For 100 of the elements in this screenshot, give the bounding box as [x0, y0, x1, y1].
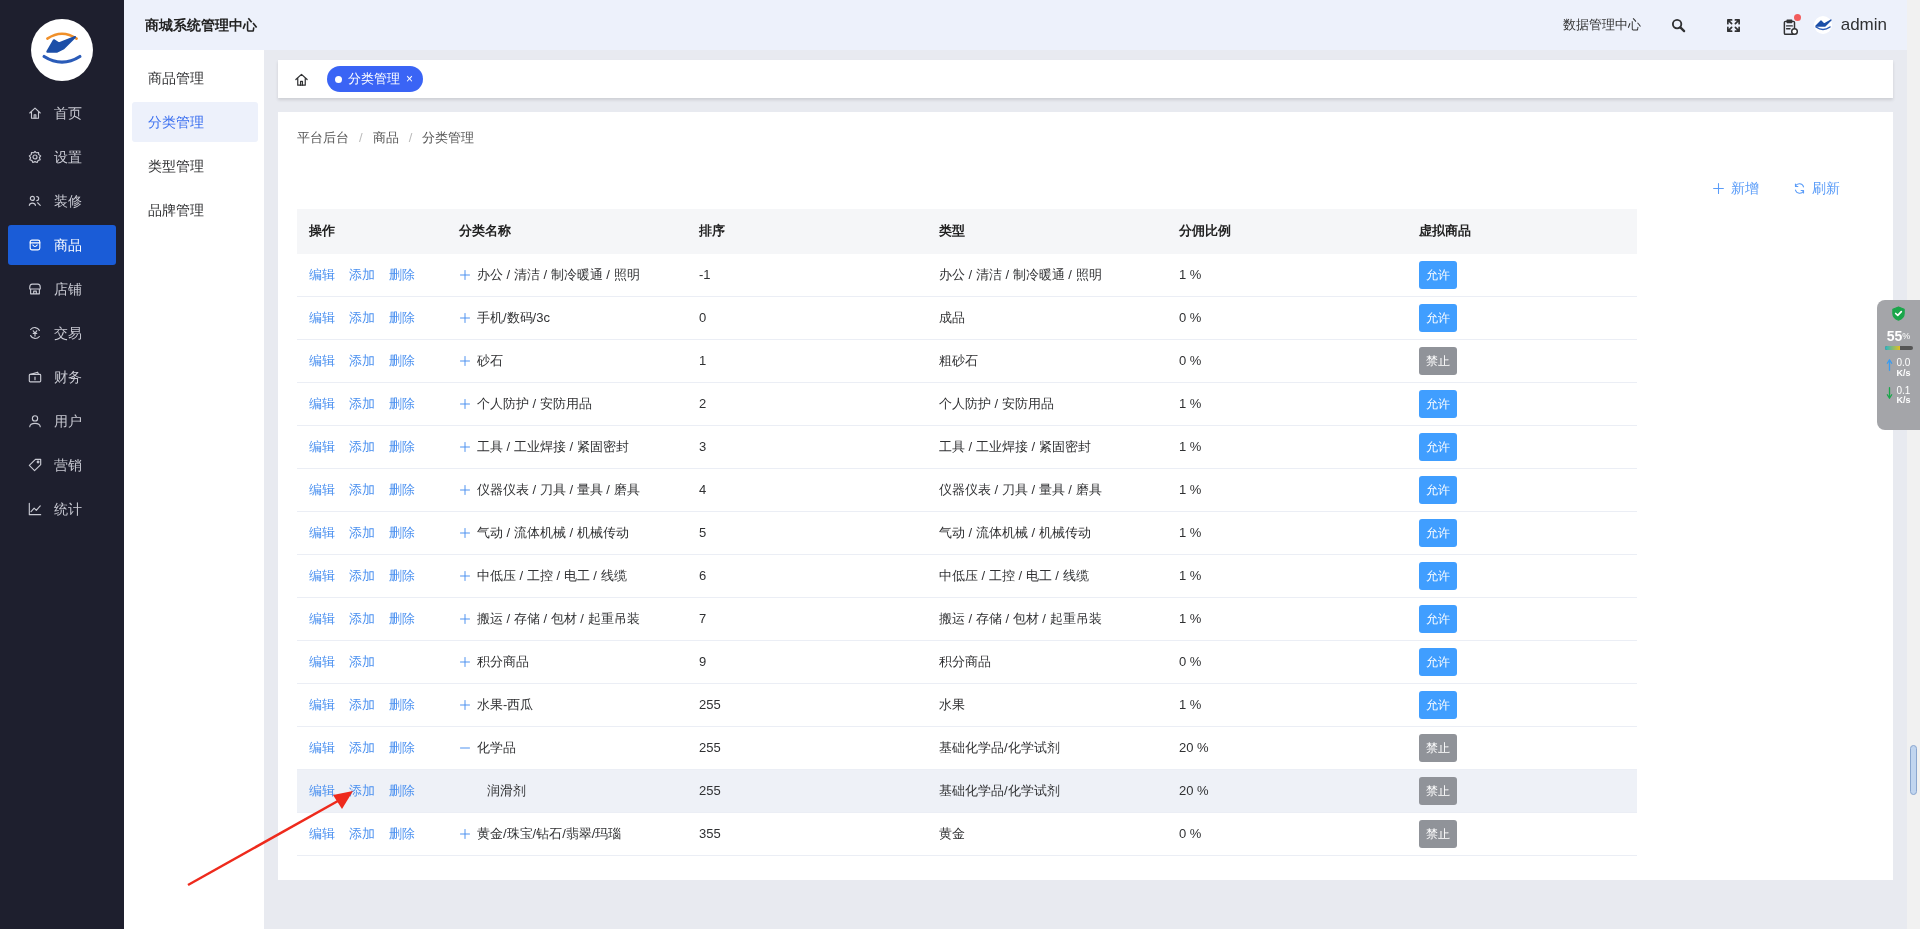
edit-link[interactable]: 编辑 — [309, 308, 335, 328]
virtual-toggle-button[interactable]: 允许 — [1419, 304, 1457, 332]
sidebar-item[interactable]: 商品 — [8, 225, 116, 265]
add-link[interactable]: 添加 — [349, 437, 375, 457]
expand-icon[interactable] — [459, 613, 471, 625]
delete-link[interactable]: 删除 — [389, 437, 415, 457]
submenu-item[interactable]: 商品管理 — [132, 58, 258, 98]
sidebar-item[interactable]: 营销 — [8, 445, 116, 485]
category-name: 气动 / 流体机械 / 机械传动 — [477, 524, 629, 543]
close-icon[interactable]: × — [406, 70, 413, 88]
data-center-link[interactable]: 数据管理中心 — [1562, 15, 1641, 35]
edit-link[interactable]: 编辑 — [309, 781, 335, 801]
virtual-toggle-button[interactable]: 允许 — [1419, 433, 1457, 461]
expand-icon[interactable] — [459, 441, 471, 453]
table-cell: 4 — [687, 468, 927, 512]
table-cell: 7 — [687, 597, 927, 641]
edit-link[interactable]: 编辑 — [309, 480, 335, 500]
username[interactable]: admin — [1840, 12, 1887, 38]
virtual-toggle-button[interactable]: 禁止 — [1419, 347, 1457, 375]
add-link[interactable]: 添加 — [349, 480, 375, 500]
virtual-toggle-button[interactable]: 允许 — [1419, 519, 1457, 547]
submenu-item[interactable]: 类型管理 — [132, 146, 258, 186]
submenu-item[interactable]: 品牌管理 — [132, 190, 258, 230]
table-cell: 1 — [687, 339, 927, 383]
add-link[interactable]: 添加 — [349, 265, 375, 285]
expand-icon[interactable] — [459, 699, 471, 711]
delete-link[interactable]: 删除 — [389, 609, 415, 629]
edit-link[interactable]: 编辑 — [309, 437, 335, 457]
scrollbar-thumb[interactable] — [1910, 745, 1917, 795]
add-link[interactable]: 添加 — [349, 652, 375, 672]
expand-icon[interactable] — [459, 527, 471, 539]
home-icon[interactable] — [294, 71, 309, 87]
virtual-toggle-button[interactable]: 允许 — [1419, 260, 1457, 289]
add-link[interactable]: 添加 — [349, 824, 375, 844]
add-link[interactable]: 添加 — [349, 351, 375, 371]
add-link[interactable]: 添加 — [349, 695, 375, 715]
table-cell: 搬运 / 存储 / 包材 / 起重吊装 — [927, 597, 1167, 641]
delete-link[interactable]: 删除 — [389, 523, 415, 543]
edit-link[interactable]: 编辑 — [309, 824, 335, 844]
delete-link[interactable]: 删除 — [389, 351, 415, 371]
delete-link[interactable]: 删除 — [389, 566, 415, 586]
edit-link[interactable]: 编辑 — [309, 265, 335, 285]
expand-icon[interactable] — [459, 828, 471, 840]
sidebar-item[interactable]: 设置 — [8, 137, 116, 177]
virtual-toggle-button[interactable]: 允许 — [1419, 648, 1457, 676]
breadcrumb-item[interactable]: 商品 — [372, 128, 399, 148]
breadcrumb-item[interactable]: 平台后台 — [297, 128, 349, 148]
expand-icon[interactable] — [459, 355, 471, 367]
expand-icon[interactable] — [459, 398, 471, 410]
delete-link[interactable]: 删除 — [389, 781, 415, 801]
edit-link[interactable]: 编辑 — [309, 652, 335, 672]
expand-icon[interactable] — [459, 484, 471, 496]
delete-link[interactable]: 删除 — [389, 308, 415, 328]
virtual-toggle-button[interactable]: 允许 — [1419, 390, 1457, 418]
expand-icon[interactable] — [459, 268, 471, 281]
add-link[interactable]: 添加 — [349, 308, 375, 328]
delete-link[interactable]: 删除 — [389, 824, 415, 844]
tab[interactable]: 分类管理 × — [327, 66, 423, 92]
sidebar-item[interactable]: 统计 — [8, 489, 116, 529]
edit-link[interactable]: 编辑 — [309, 738, 335, 758]
delete-link[interactable]: 删除 — [389, 738, 415, 758]
edit-link[interactable]: 编辑 — [309, 351, 335, 371]
sidebar-item[interactable]: 首页 — [8, 93, 116, 133]
sidebar-item[interactable]: 店铺 — [8, 269, 116, 309]
edit-link[interactable]: 编辑 — [309, 566, 335, 586]
table-cell: 0 % — [1167, 640, 1407, 684]
virtual-toggle-button[interactable]: 禁止 — [1419, 777, 1457, 805]
sidebar-item[interactable]: 交易 — [8, 313, 116, 353]
delete-link[interactable]: 删除 — [389, 695, 415, 715]
expand-icon[interactable] — [459, 656, 471, 668]
table-cell: 中低压 / 工控 / 电工 / 线缆 — [927, 554, 1167, 598]
sidebar-item[interactable]: 用户 — [8, 401, 116, 441]
add-link[interactable]: 添加 — [349, 523, 375, 543]
add-link[interactable]: 添加 — [349, 738, 375, 758]
sidebar-item[interactable]: 财务 — [8, 357, 116, 397]
expand-icon[interactable] — [459, 570, 471, 582]
virtual-toggle-button[interactable]: 禁止 — [1419, 820, 1457, 848]
sidebar-item[interactable]: 装修 — [8, 181, 116, 221]
edit-link[interactable]: 编辑 — [309, 609, 335, 629]
column-header: 类型 — [927, 208, 1167, 254]
add-button[interactable]: 新增 — [1712, 177, 1759, 199]
delete-link[interactable]: 删除 — [389, 265, 415, 285]
add-link[interactable]: 添加 — [349, 781, 375, 801]
add-link[interactable]: 添加 — [349, 394, 375, 414]
delete-link[interactable]: 删除 — [389, 394, 415, 414]
edit-link[interactable]: 编辑 — [309, 695, 335, 715]
refresh-button[interactable]: 刷新 — [1793, 177, 1840, 199]
submenu-item[interactable]: 分类管理 — [132, 102, 258, 142]
virtual-toggle-button[interactable]: 允许 — [1419, 691, 1457, 719]
add-link[interactable]: 添加 — [349, 566, 375, 586]
add-link[interactable]: 添加 — [349, 609, 375, 629]
speed-unit: K/s — [1896, 368, 1911, 378]
virtual-toggle-button[interactable]: 允许 — [1419, 562, 1457, 590]
expand-icon[interactable] — [459, 312, 471, 324]
virtual-toggle-button[interactable]: 允许 — [1419, 476, 1457, 504]
virtual-toggle-button[interactable]: 禁止 — [1419, 734, 1457, 762]
edit-link[interactable]: 编辑 — [309, 394, 335, 414]
edit-link[interactable]: 编辑 — [309, 523, 335, 543]
virtual-toggle-button[interactable]: 允许 — [1419, 605, 1457, 633]
delete-link[interactable]: 删除 — [389, 480, 415, 500]
